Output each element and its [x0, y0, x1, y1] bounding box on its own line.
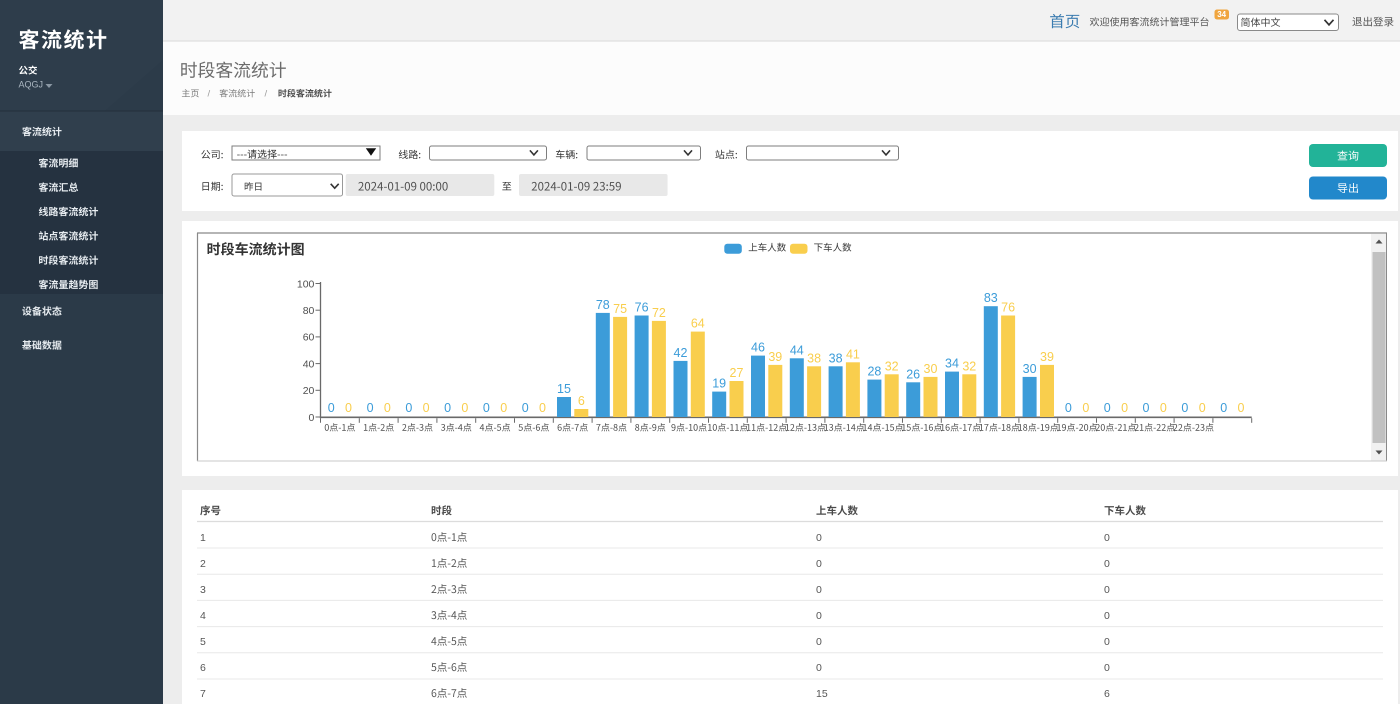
svg-text:72: 72 — [652, 306, 666, 320]
svg-text:0: 0 — [816, 662, 822, 674]
svg-text:60: 60 — [303, 332, 315, 344]
svg-text:0: 0 — [1104, 584, 1110, 596]
svg-text:0: 0 — [816, 636, 822, 648]
svg-text:15: 15 — [816, 688, 828, 700]
svg-text:0: 0 — [1143, 401, 1150, 415]
svg-text:0: 0 — [1104, 662, 1110, 674]
svg-text:30: 30 — [1023, 362, 1037, 376]
svg-text:75: 75 — [613, 302, 627, 316]
svg-text:7: 7 — [200, 688, 206, 700]
svg-text:0: 0 — [309, 412, 315, 424]
svg-text:42: 42 — [674, 346, 688, 360]
svg-text:41: 41 — [846, 347, 860, 361]
svg-text:AQGJ: AQGJ — [19, 80, 44, 90]
svg-text:0: 0 — [1104, 558, 1110, 570]
svg-text:39: 39 — [768, 350, 782, 364]
svg-text:0: 0 — [405, 401, 412, 415]
svg-text:34: 34 — [1217, 10, 1226, 19]
svg-text:20: 20 — [303, 385, 315, 397]
svg-text:28: 28 — [867, 365, 881, 379]
svg-text:0: 0 — [1065, 401, 1072, 415]
svg-text:15: 15 — [557, 382, 571, 396]
svg-text:0: 0 — [384, 401, 391, 415]
svg-text:0: 0 — [423, 401, 430, 415]
svg-text:39: 39 — [1040, 350, 1054, 364]
svg-text:44: 44 — [790, 343, 804, 357]
svg-text:78: 78 — [596, 298, 610, 312]
svg-text:0: 0 — [1121, 401, 1128, 415]
svg-text:1: 1 — [200, 532, 206, 544]
svg-text:5: 5 — [200, 636, 206, 648]
svg-text:2: 2 — [200, 558, 206, 570]
svg-text:0: 0 — [328, 401, 335, 415]
svg-text:0: 0 — [500, 401, 507, 415]
svg-text:0: 0 — [816, 532, 822, 544]
svg-text:0: 0 — [367, 401, 374, 415]
svg-text:6: 6 — [1104, 688, 1110, 700]
svg-text:83: 83 — [984, 291, 998, 305]
svg-text:/: / — [265, 88, 268, 99]
svg-text:0: 0 — [1220, 401, 1227, 415]
svg-text:0: 0 — [1160, 401, 1167, 415]
svg-text:6: 6 — [200, 662, 206, 674]
svg-text:32: 32 — [885, 359, 899, 373]
svg-text:/: / — [208, 88, 211, 99]
svg-text:0: 0 — [1238, 401, 1245, 415]
svg-text:46: 46 — [751, 341, 765, 355]
svg-text:0: 0 — [444, 401, 451, 415]
svg-text:0: 0 — [1082, 401, 1089, 415]
svg-text:0: 0 — [522, 401, 529, 415]
svg-text:3: 3 — [200, 584, 206, 596]
svg-text:0: 0 — [345, 401, 352, 415]
svg-text:19: 19 — [712, 377, 726, 391]
svg-text:0: 0 — [483, 401, 490, 415]
svg-text:64: 64 — [691, 317, 705, 331]
svg-text:38: 38 — [807, 351, 821, 365]
svg-text:0: 0 — [1104, 401, 1111, 415]
svg-text:40: 40 — [303, 358, 315, 370]
svg-text:0: 0 — [816, 584, 822, 596]
svg-text:100: 100 — [297, 278, 315, 290]
svg-text:76: 76 — [635, 301, 649, 315]
svg-text:34: 34 — [945, 357, 959, 371]
svg-text:0: 0 — [1181, 401, 1188, 415]
svg-text:0: 0 — [1104, 636, 1110, 648]
svg-text:0: 0 — [1104, 532, 1110, 544]
svg-text:38: 38 — [829, 351, 843, 365]
svg-text:32: 32 — [962, 359, 976, 373]
svg-text:6: 6 — [578, 394, 585, 408]
svg-text:0: 0 — [1199, 401, 1206, 415]
svg-text:0: 0 — [816, 610, 822, 622]
svg-text:0: 0 — [816, 558, 822, 570]
svg-text:0: 0 — [539, 401, 546, 415]
svg-text:30: 30 — [924, 362, 938, 376]
svg-text:4: 4 — [200, 610, 206, 622]
svg-text:27: 27 — [730, 366, 744, 380]
svg-text:0: 0 — [461, 401, 468, 415]
svg-text:26: 26 — [906, 367, 920, 381]
svg-text:76: 76 — [1001, 301, 1015, 315]
svg-text:0: 0 — [1104, 610, 1110, 622]
svg-text:80: 80 — [303, 305, 315, 317]
